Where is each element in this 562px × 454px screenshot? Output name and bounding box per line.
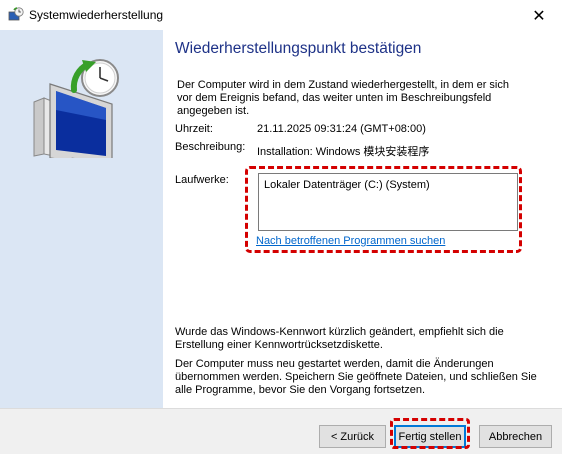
window-title: Systemwiederherstellung [29, 8, 164, 22]
button-bar: < Zurück Fertig stellen Abbrechen [0, 408, 562, 454]
system-restore-icon [8, 7, 24, 21]
cancel-button[interactable]: Abbrechen [479, 425, 552, 448]
sidebar-panel [0, 30, 163, 408]
highlight-finish-button [390, 418, 470, 449]
close-icon: ✕ [532, 5, 546, 25]
description-value: Installation: Windows 模块安装程序 [257, 146, 430, 158]
drives-label: Laufwerke: [175, 174, 229, 186]
highlight-drives-box [245, 166, 522, 253]
intro-text: Der Computer wird in dem Zustand wiederh… [177, 79, 509, 117]
computer-restore-icon [33, 59, 119, 158]
close-button[interactable]: ✕ [516, 0, 562, 30]
time-label: Uhrzeit: [175, 123, 213, 135]
page-title: Wiederherstellungspunkt bestätigen [175, 40, 422, 57]
password-note: Wurde das Windows-Kennwort kürzlich geän… [175, 326, 504, 351]
description-label: Beschreibung: [175, 141, 246, 153]
time-value: 21.11.2025 09:31:24 (GMT+08:00) [257, 123, 426, 135]
restart-note: Der Computer muss neu gestartet werden, … [175, 358, 537, 396]
title-bar: Systemwiederherstellung ✕ [0, 0, 562, 30]
back-button[interactable]: < Zurück [319, 425, 386, 448]
